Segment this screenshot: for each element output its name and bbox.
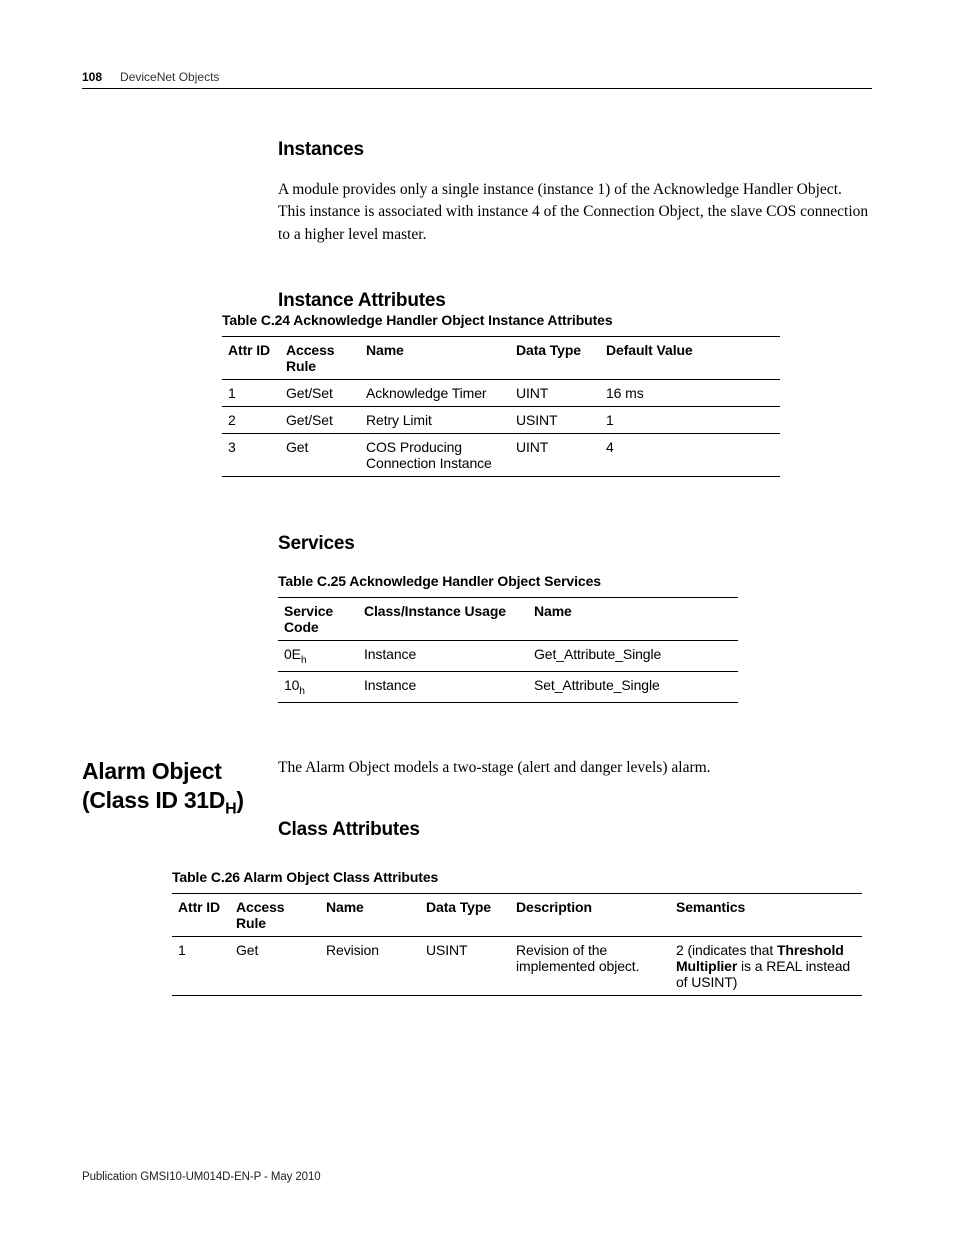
- th-usage: Class/Instance Usage: [358, 598, 528, 641]
- table-row: 1 Get/Set Acknowledge Timer UINT 16 ms: [222, 380, 780, 407]
- side-heading-alarm: Alarm Object (Class ID 31DH): [82, 757, 250, 819]
- body-alarm-intro: The Alarm Object models a two-stage (ale…: [278, 757, 872, 779]
- table-row: 1 Get Revision USINT Revision of the imp…: [172, 937, 862, 996]
- th-name: Name: [320, 894, 420, 937]
- th-access: Access Rule: [230, 894, 320, 937]
- th-attr-id: Attr ID: [172, 894, 230, 937]
- section-services: Services Table C.25 Acknowledge Handler …: [278, 533, 872, 703]
- page-number: 108: [82, 70, 102, 84]
- table-row: 0Eh Instance Get_Attribute_Single: [278, 641, 738, 672]
- page-header: 108 DeviceNet Objects: [82, 70, 872, 89]
- th-dtype: Data Type: [420, 894, 510, 937]
- th-name: Name: [528, 598, 738, 641]
- table-row: 3 Get COS Producing Connection Instance …: [222, 434, 780, 477]
- table-c25: Service Code Class/Instance Usage Name 0…: [278, 597, 738, 703]
- table-c26: Attr ID Access Rule Name Data Type Descr…: [172, 893, 862, 996]
- heading-instances: Instances: [278, 139, 872, 161]
- heading-class-attributes: Class Attributes: [278, 819, 872, 841]
- footer-publication: Publication GMSI10-UM014D-EN-P - May 201…: [82, 1171, 321, 1183]
- chapter-title: DeviceNet Objects: [120, 70, 219, 84]
- table-row: 10h Instance Set_Attribute_Single: [278, 672, 738, 703]
- heading-instance-attributes: Instance Attributes: [278, 290, 872, 312]
- table-row: 2 Get/Set Retry Limit USINT 1: [222, 407, 780, 434]
- th-service-code: Service Code: [278, 598, 358, 641]
- th-desc: Description: [510, 894, 670, 937]
- caption-c25: Table C.25 Acknowledge Handler Object Se…: [278, 573, 872, 589]
- section-instance-attributes: Instance Attributes: [278, 290, 872, 312]
- th-sem: Semantics: [670, 894, 862, 937]
- section-instances: Instances A module provides only a singl…: [278, 139, 872, 246]
- caption-c26: Table C.26 Alarm Object Class Attributes: [172, 869, 872, 885]
- heading-services: Services: [278, 533, 872, 555]
- body-instances: A module provides only a single instance…: [278, 179, 872, 246]
